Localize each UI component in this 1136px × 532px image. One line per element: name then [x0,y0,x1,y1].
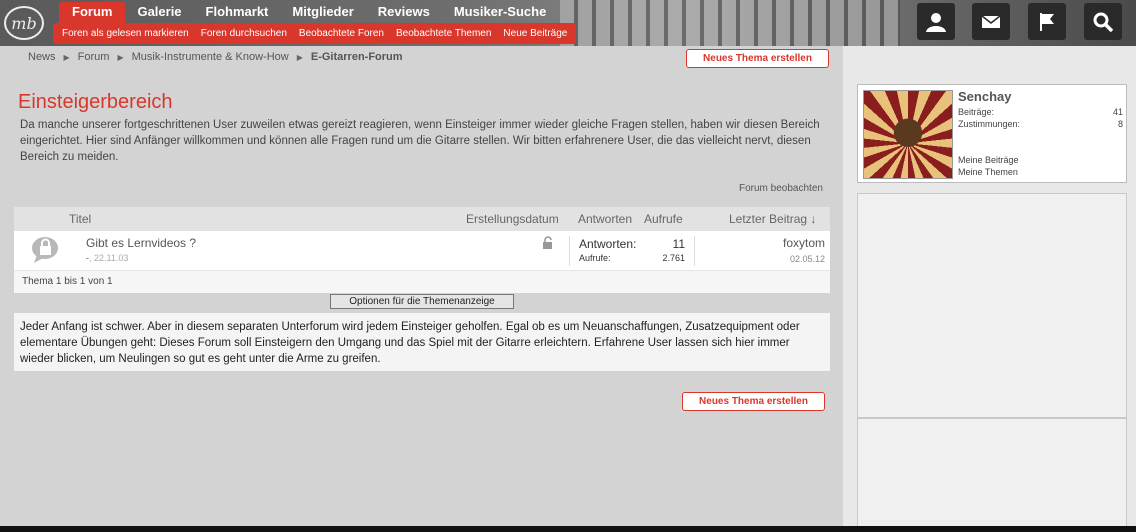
my-threads-link[interactable]: Meine Themen [958,167,1018,177]
breadcrumb-news[interactable]: News [28,51,56,65]
search-button[interactable] [1084,3,1122,40]
thread-title-link[interactable]: Gibt es Lernvideos ? [86,236,196,250]
breadcrumb-forum[interactable]: Forum [78,51,110,65]
new-thread-button-bottom[interactable]: Neues Thema erstellen [682,392,825,411]
sidebar-ad-box-2 [857,418,1127,528]
watch-forum-link[interactable]: Forum beobachten [739,183,823,194]
breadcrumb-arrow-icon: ▶ [296,53,303,62]
thread-meta: -, 22.11.03 [86,253,129,263]
breadcrumb-current: E-Gitarren-Forum [310,51,403,63]
column-divider [694,236,695,266]
avatar[interactable] [863,90,953,179]
subnav-mark-read[interactable]: Foren als gelesen markieren [56,28,195,39]
breadcrumb-musik-instrumente[interactable]: Musik-Instrumente & Know-How [132,51,289,65]
user-button[interactable] [917,3,955,40]
thread-table: Titel Erstellungsdatum Antworten Aufrufe… [14,207,830,293]
table-footer: Thema 1 bis 1 von 1 [14,271,830,293]
messages-button[interactable] [972,3,1010,40]
subnav-watched-threads[interactable]: Beobachtete Themen [390,28,497,39]
breadcrumb: News ▶ Forum ▶ Musik-Instrumente & Know-… [28,51,411,65]
sidebar: Senchay Beiträge: 41 Zustimmungen: 8 Mei… [843,46,1136,528]
replies-count: 11 [672,237,685,251]
main-nav: Forum Galerie Flohmarkt Mitglieder Revie… [59,2,558,24]
thread-locked-icon [32,237,58,263]
likes-label: Zustimmungen: [958,119,1021,129]
replies-label: Antworten: [579,237,637,251]
column-title[interactable]: Titel [69,212,91,226]
posts-label: Beiträge: [958,107,995,117]
user-posts-stat: Beiträge: 41 [958,107,1123,117]
thread-created-date: 22.11.03 [94,253,129,263]
breadcrumb-arrow-icon: ▶ [117,53,124,62]
column-views[interactable]: Aufrufe [644,212,683,226]
user-icon [926,12,946,32]
last-post-user[interactable]: foxytom [783,236,825,250]
column-last-post[interactable]: Letzter Beitrag ↓ [729,212,816,226]
column-date[interactable]: Erstellungsdatum [466,212,559,226]
notifications-button[interactable] [1028,3,1066,40]
site-logo[interactable]: mb [4,6,44,40]
thread-table-header: Titel Erstellungsdatum Antworten Aufrufe… [14,207,830,231]
subnav-search-forums[interactable]: Foren durchsuchen [195,28,293,39]
column-replies[interactable]: Antworten [578,212,632,226]
thread-display-options-button[interactable]: Optionen für die Themenanzeige [330,294,514,309]
nav-item-reviews[interactable]: Reviews [366,2,442,24]
subnav-new-posts[interactable]: Neue Beiträge [497,28,573,39]
my-posts-link[interactable]: Meine Beiträge [958,155,1019,165]
replies-stat: Antworten: 11 [579,237,685,251]
nav-item-musiker-suche[interactable]: Musiker-Suche [442,2,558,24]
main-content: News ▶ Forum ▶ Musik-Instrumente & Know-… [0,46,843,526]
user-likes-stat: Zustimmungen: 8 [958,119,1123,129]
flag-icon [1040,12,1054,31]
user-info-box: Senchay Beiträge: 41 Zustimmungen: 8 Mei… [857,84,1127,183]
search-icon [1093,12,1114,32]
lock-icon [543,236,552,249]
subnav-watched-forums[interactable]: Beobachtete Foren [293,28,390,39]
nav-item-flohmarkt[interactable]: Flohmarkt [194,2,281,24]
nav-item-forum[interactable]: Forum [59,2,126,24]
views-count: 2.761 [662,253,685,263]
views-label: Aufrufe: [579,253,611,263]
forum-description: Da manche unserer fortgeschrittenen User… [20,119,820,163]
top-navigation-bar: mb Forum Galerie Flohmarkt Mitglieder Re… [0,0,1136,46]
views-stat: Aufrufe: 2.761 [579,253,685,263]
nav-item-galerie[interactable]: Galerie [125,2,193,24]
forum-info-box: Jeder Anfang ist schwer. Aber in diesem … [14,313,830,371]
nav-item-mitglieder[interactable]: Mitglieder [280,2,365,24]
page-title: Einsteigerbereich [18,91,173,113]
new-thread-button-top[interactable]: Neues Thema erstellen [686,49,829,68]
breadcrumb-arrow-icon: ▶ [63,53,70,62]
username[interactable]: Senchay [958,89,1011,104]
column-divider [569,236,570,266]
sub-nav: Foren als gelesen markieren Foren durchs… [53,23,577,44]
table-row: Gibt es Lernvideos ? -, 22.11.03 Antwort… [14,231,830,271]
sidebar-ad-box [857,193,1127,418]
likes-count: 8 [1117,119,1123,129]
bottom-edge [0,526,1136,532]
last-post-date[interactable]: 02.05.12 [790,254,825,264]
mail-icon [981,14,1001,28]
posts-count: 41 [1112,107,1123,117]
